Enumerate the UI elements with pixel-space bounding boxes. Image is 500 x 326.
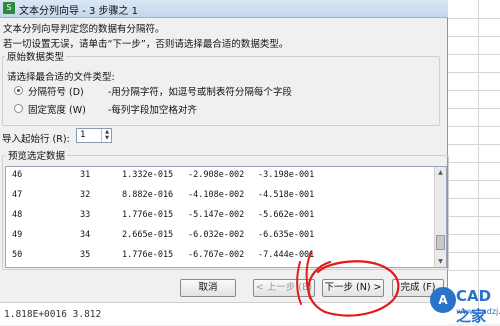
- preview-cell: 34: [80, 230, 91, 240]
- preview-cell: 49: [12, 230, 23, 240]
- start-row-label: 导入起始行 (R):: [2, 134, 70, 145]
- delimited-radio[interactable]: [14, 86, 23, 95]
- preview-cell: -5.662e-001: [258, 210, 315, 220]
- fixed-width-description: -每列字段加空格对齐: [108, 105, 197, 116]
- cancel-button[interactable]: 取消: [180, 279, 236, 297]
- watermark-logo: A: [430, 287, 456, 313]
- next-button[interactable]: 下一步 (N) >: [322, 279, 384, 297]
- preview-cell: 1.776e-015: [122, 250, 174, 260]
- preview-cell: -5.147e-002: [188, 210, 245, 220]
- preview-row: 47 32 8.882e-016 -4.108e-002 -4.518e-001: [6, 187, 436, 205]
- preview-cell: 2.665e-015: [122, 230, 174, 240]
- preview-cell: -6.635e-001: [258, 230, 315, 240]
- preview-cell: -2.908e-002: [188, 170, 245, 180]
- preview-cell: 48: [12, 210, 23, 220]
- preview-cell: -6.767e-002: [188, 250, 245, 260]
- preview-cell: 33: [80, 210, 91, 220]
- scroll-thumb[interactable]: [436, 235, 445, 250]
- fixed-width-label[interactable]: 固定宽度 (W): [28, 102, 86, 116]
- sheet-cell-text: 1.818E+0016 3.812: [4, 309, 102, 320]
- preview-cell: 32: [80, 190, 91, 200]
- preview-cell: 35: [80, 250, 91, 260]
- preview-cell: 1.776e-015: [122, 210, 174, 220]
- description-line-1: 文本分列向导判定您的数据有分隔符。: [3, 24, 165, 35]
- start-row-spinner[interactable]: ▲ ▼: [101, 129, 112, 142]
- text-import-wizard-dialog: S 文本分列向导 - 3 步骤之 1 文本分列向导判定您的数据有分隔符。 若一切…: [0, 0, 449, 302]
- delimited-label[interactable]: 分隔符号 (D): [28, 84, 84, 98]
- preview-cell: 47: [12, 190, 23, 200]
- spin-down-icon[interactable]: ▼: [102, 135, 112, 141]
- preview-legend: 预览选定数据: [6, 148, 68, 162]
- preview-cell: 8.882e-016: [122, 190, 174, 200]
- delimited-description: -用分隔字符，如逗号或制表符分隔每个字段: [108, 87, 292, 98]
- preview-cell: -6.032e-002: [188, 230, 245, 240]
- preview-cell: 46: [12, 170, 23, 180]
- spreadsheet-background: [448, 0, 500, 324]
- fixed-width-radio[interactable]: [14, 104, 23, 113]
- spreadsheet-bottom-rows: 1.818E+0016 3.812: [0, 302, 448, 325]
- scroll-up-arrow-icon[interactable]: ▲: [436, 168, 445, 177]
- description-line-2: 若一切设置无误，请单击“下一步”，否则请选择最合适的数据类型。: [3, 39, 289, 50]
- watermark-url: www.cadzj.com: [456, 307, 500, 316]
- original-type-legend: 原始数据类型: [5, 49, 67, 63]
- preview-cell: -4.108e-002: [188, 190, 245, 200]
- preview-cell: -4.518e-001: [258, 190, 315, 200]
- preview-cell: 31: [80, 170, 91, 180]
- preview-row: 50 35 1.776e-015 -6.767e-002 -7.444e-001: [6, 247, 436, 265]
- spreadsheet-app-icon: S: [3, 2, 15, 14]
- preview-cell: 1.332e-015: [122, 170, 174, 180]
- preview-cell: 50: [12, 250, 23, 260]
- preview-vertical-scrollbar[interactable]: ▲ ▼: [434, 167, 446, 267]
- preview-row: 49 34 2.665e-015 -6.032e-002 -6.635e-001: [6, 227, 436, 245]
- file-type-prompt: 请选择最合适的文件类型:: [7, 72, 115, 83]
- window-title: 文本分列向导 - 3 步骤之 1: [19, 6, 139, 17]
- scroll-down-arrow-icon[interactable]: ▼: [436, 257, 445, 266]
- back-button[interactable]: < 上一步 (B): [253, 279, 315, 297]
- preview-cell: -3.198e-001: [258, 170, 315, 180]
- preview-row: 46 31 1.332e-015 -2.908e-002 -3.198e-001: [6, 167, 436, 185]
- data-preview-pane[interactable]: 46 31 1.332e-015 -2.908e-002 -3.198e-001…: [5, 166, 447, 268]
- title-bar[interactable]: S 文本分列向导 - 3 步骤之 1: [0, 0, 448, 18]
- preview-row: 48 33 1.776e-015 -5.147e-002 -5.662e-001: [6, 207, 436, 225]
- preview-cell: -7.444e-001: [258, 250, 315, 260]
